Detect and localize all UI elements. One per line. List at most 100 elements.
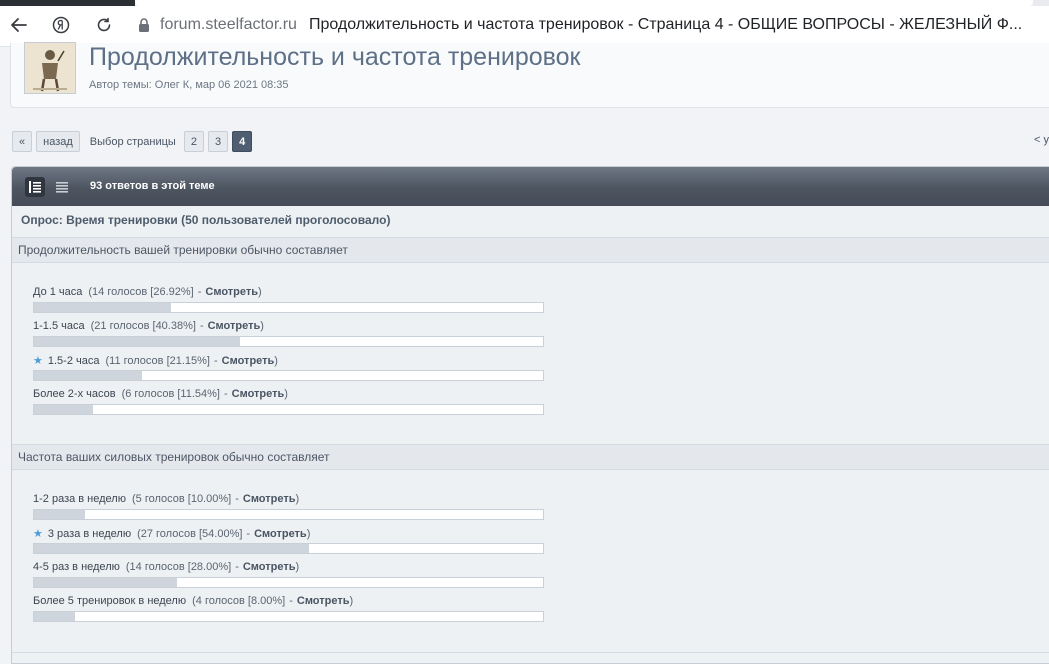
reload-icon[interactable] bbox=[93, 14, 115, 36]
poll-option-votes: (14 голосов [28.00%] bbox=[125, 561, 232, 573]
closing-paren: ) bbox=[295, 561, 300, 573]
closing-paren: ) bbox=[306, 527, 311, 540]
back-arrow-icon[interactable] bbox=[8, 14, 30, 36]
poll-option: 4-5 раз в неделю (14 голосов [28.00%] - Смо… bbox=[33, 561, 299, 573]
active-tab[interactable] bbox=[135, 0, 1033, 6]
replies-count: 93 ответов в этой теме bbox=[90, 180, 215, 192]
poll-option: Более 5 тренировок в неделю (4 голосов [8… bbox=[33, 595, 353, 607]
browser-toolbar: forum.steelfactor.ru Продолжительность и… bbox=[0, 0, 1049, 47]
poll-option-bar-fill bbox=[34, 510, 85, 519]
poll-option: До 1 часа (14 голосов [26.92%] - Смотреть) bbox=[33, 286, 262, 298]
poll-option-label: 4-5 раз в неделю bbox=[33, 561, 120, 573]
poll-option-votes: (6 голосов [11.54%] bbox=[121, 388, 220, 400]
closing-paren: ) bbox=[295, 493, 300, 505]
view-voters-link[interactable]: Смотреть bbox=[243, 493, 296, 505]
threaded-view-icon[interactable] bbox=[25, 177, 45, 197]
page-2-button[interactable]: 2 bbox=[183, 131, 204, 152]
pager-label: Выбор страницы bbox=[89, 135, 176, 148]
poll-option-votes: (21 голосов [40.38%] bbox=[90, 320, 196, 332]
linear-view-icon[interactable] bbox=[52, 177, 72, 197]
poll-option-label: До 1 часа bbox=[33, 286, 83, 298]
poll-option: ★ 1.5-2 часа (11 голосов [21.15%] - Смотреть… bbox=[33, 354, 278, 368]
poll-option-bar bbox=[33, 543, 544, 554]
pagination: « назад Выбор страницы 2 3 4 bbox=[12, 130, 256, 153]
view-voters-link[interactable]: Смотреть bbox=[243, 561, 296, 573]
closing-paren: ) bbox=[274, 354, 278, 367]
poll-option-label: Более 2-х часов bbox=[33, 388, 116, 400]
poll-option-label: 1-1.5 часа bbox=[33, 320, 85, 332]
poll-option: 1-1.5 часа (21 голосов [40.38%] - Смотреть) bbox=[33, 320, 264, 332]
poll-option-bar bbox=[33, 611, 544, 622]
separator: - bbox=[246, 527, 251, 540]
thread-header: 93 ответов в этой теме bbox=[12, 167, 1049, 206]
poll-option-label: 1.5-2 часа bbox=[47, 354, 100, 367]
closing-paren: ) bbox=[349, 595, 354, 607]
poll-question-1: Продолжительность вашей тренировки обычн… bbox=[12, 237, 1049, 263]
topic-author: Автор темы: Олег К, мар 06 2021 08:35 bbox=[89, 79, 289, 91]
poll-title-text: Опрос: Время тренировки bbox=[21, 213, 178, 227]
poll-option-votes: (5 голосов [10.00%] bbox=[131, 493, 232, 505]
separator: - bbox=[223, 388, 228, 400]
poll-option-label: 3 раза в неделю bbox=[47, 527, 132, 540]
lock-icon bbox=[139, 18, 149, 32]
view-voters-link[interactable]: Смотреть bbox=[205, 286, 258, 298]
separator: - bbox=[197, 286, 202, 298]
poll-option-votes: (4 голосов [8.00%] bbox=[192, 595, 286, 607]
closing-paren: ) bbox=[260, 320, 264, 332]
separator: - bbox=[289, 595, 293, 607]
page-3-button[interactable]: 3 bbox=[207, 131, 229, 152]
poll-question-2: Частота ваших силовых тренировок обычно … bbox=[12, 444, 1049, 470]
poll-option: 1-2 раза в неделю (5 голосов [10.00%] - Смо… bbox=[33, 493, 299, 505]
poll-voters: (50 пользователей проголосовало) bbox=[181, 213, 391, 227]
view-voters-link[interactable]: Смотреть bbox=[208, 320, 261, 332]
page-title-text: Продолжительность и частота тренировок -… bbox=[308, 16, 1023, 33]
poll-option-bar bbox=[33, 404, 544, 415]
separator: - bbox=[235, 561, 239, 573]
topic-title: Продолжительность и частота тренировок bbox=[89, 43, 581, 71]
view-voters-link[interactable]: Смотреть bbox=[222, 355, 275, 367]
poll-option: Более 2-х часов (6 голосов [11.54%] - Смотр… bbox=[33, 388, 288, 400]
separator: - bbox=[235, 493, 239, 505]
page-4-button[interactable]: 4 bbox=[232, 131, 253, 152]
topic-header: Продолжительность и частота тренировок А… bbox=[10, 42, 1049, 108]
divider bbox=[12, 652, 1049, 653]
poll-question-text: Продолжительность вашей тренировки обычн… bbox=[18, 243, 348, 257]
poll-option-bar-fill bbox=[34, 612, 75, 621]
poll-option-bar-fill bbox=[34, 578, 177, 587]
closing-paren: ) bbox=[284, 388, 288, 400]
separator: - bbox=[214, 354, 218, 367]
poll-option-bar bbox=[33, 577, 544, 588]
pager-right-fragment[interactable]: < y bbox=[1034, 134, 1049, 146]
poll-option-bar-fill bbox=[34, 303, 172, 312]
poll-option-bar bbox=[33, 370, 544, 381]
view-voters-link[interactable]: Смотреть bbox=[254, 528, 307, 540]
poll-option: ★ 3 раза в неделю (27 голосов [54.00%] - Смо… bbox=[33, 527, 311, 541]
poll-option-bar-fill bbox=[34, 337, 240, 346]
first-page-button[interactable]: « bbox=[12, 131, 33, 152]
address-bar[interactable]: forum.steelfactor.ru Продолжительность и… bbox=[128, 10, 1049, 40]
forum-page: Продолжительность и частота тренировок А… bbox=[0, 42, 1049, 664]
closing-paren: ) bbox=[258, 286, 262, 298]
poll-option-votes: (14 голосов [26.92%] bbox=[88, 286, 194, 298]
voted-star-icon: ★ bbox=[33, 528, 43, 540]
view-voters-link[interactable]: Смотреть bbox=[232, 388, 285, 400]
voted-star-icon: ★ bbox=[33, 355, 43, 367]
view-voters-link[interactable]: Смотреть bbox=[297, 595, 350, 607]
tab-strip bbox=[0, 0, 1049, 6]
poll-option-bar bbox=[33, 336, 544, 347]
inactive-tab[interactable] bbox=[0, 0, 135, 6]
poll-option-bar bbox=[33, 302, 544, 313]
poll-option-votes: (27 голосов [54.00%] bbox=[137, 527, 243, 540]
thread-block: 93 ответов в этой теме Опрос: Время трен… bbox=[11, 166, 1049, 664]
poll-option-bar-fill bbox=[34, 544, 309, 553]
prev-page-button[interactable]: назад bbox=[36, 131, 80, 152]
poll-option-votes: (11 голосов [21.15%] bbox=[105, 354, 210, 367]
url-domain: forum.steelfactor.ru bbox=[160, 16, 297, 33]
poll-option-bar-fill bbox=[34, 405, 93, 414]
avatar[interactable] bbox=[24, 42, 76, 94]
separator: - bbox=[199, 320, 204, 332]
yandex-icon[interactable] bbox=[50, 14, 72, 36]
poll-question-text: Частота ваших силовых тренировок обычно … bbox=[18, 450, 330, 464]
poll-option-label: 1-2 раза в неделю bbox=[33, 493, 126, 505]
poll-option-bar-fill bbox=[34, 371, 142, 380]
